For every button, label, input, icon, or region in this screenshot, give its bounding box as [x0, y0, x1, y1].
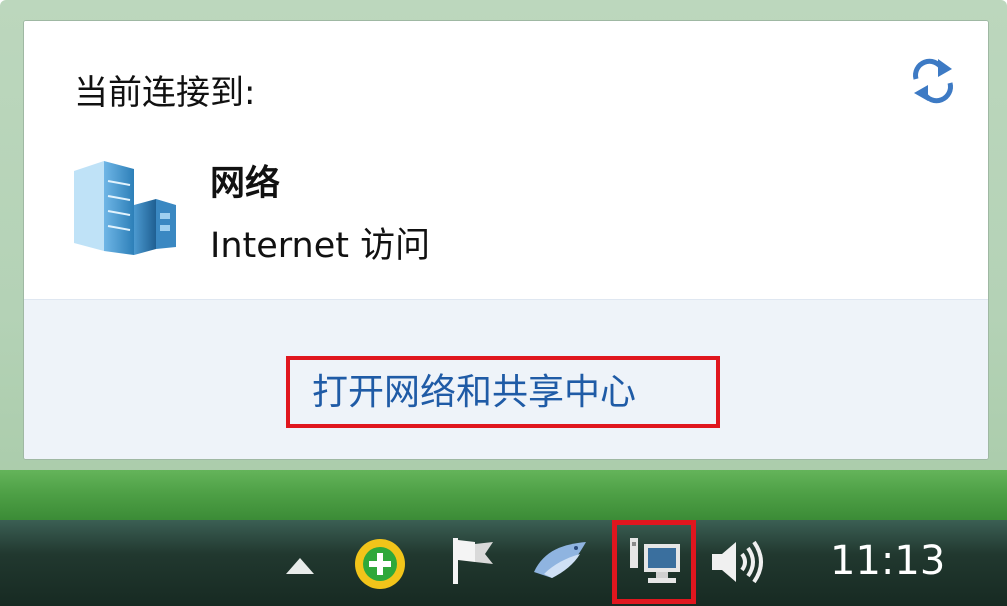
show-hidden-icons-arrow-icon[interactable] — [282, 556, 318, 576]
network-tray-icon[interactable] — [626, 532, 684, 590]
green-plus-app-icon[interactable] — [352, 536, 408, 592]
taskbar: 11:13 — [0, 520, 1007, 606]
refresh-icon[interactable] — [908, 55, 958, 105]
network-server-icon — [74, 161, 176, 255]
taskbar-clock[interactable]: 11:13 — [830, 538, 945, 584]
action-center-flag-icon[interactable] — [445, 532, 501, 588]
network-access-status: Internet 访问 — [210, 226, 431, 266]
open-network-sharing-center-link[interactable]: 打开网络和共享中心 — [312, 363, 636, 415]
network-name: 网络 — [210, 164, 281, 204]
bird-app-icon[interactable] — [530, 534, 590, 590]
connected-to-heading: 当前连接到: — [74, 73, 256, 113]
volume-icon[interactable] — [706, 534, 768, 590]
desktop-background — [0, 470, 1007, 522]
network-popup-panel: 当前连接到: 网络 Internet 访问 打开网络和共享中心 — [23, 20, 989, 460]
